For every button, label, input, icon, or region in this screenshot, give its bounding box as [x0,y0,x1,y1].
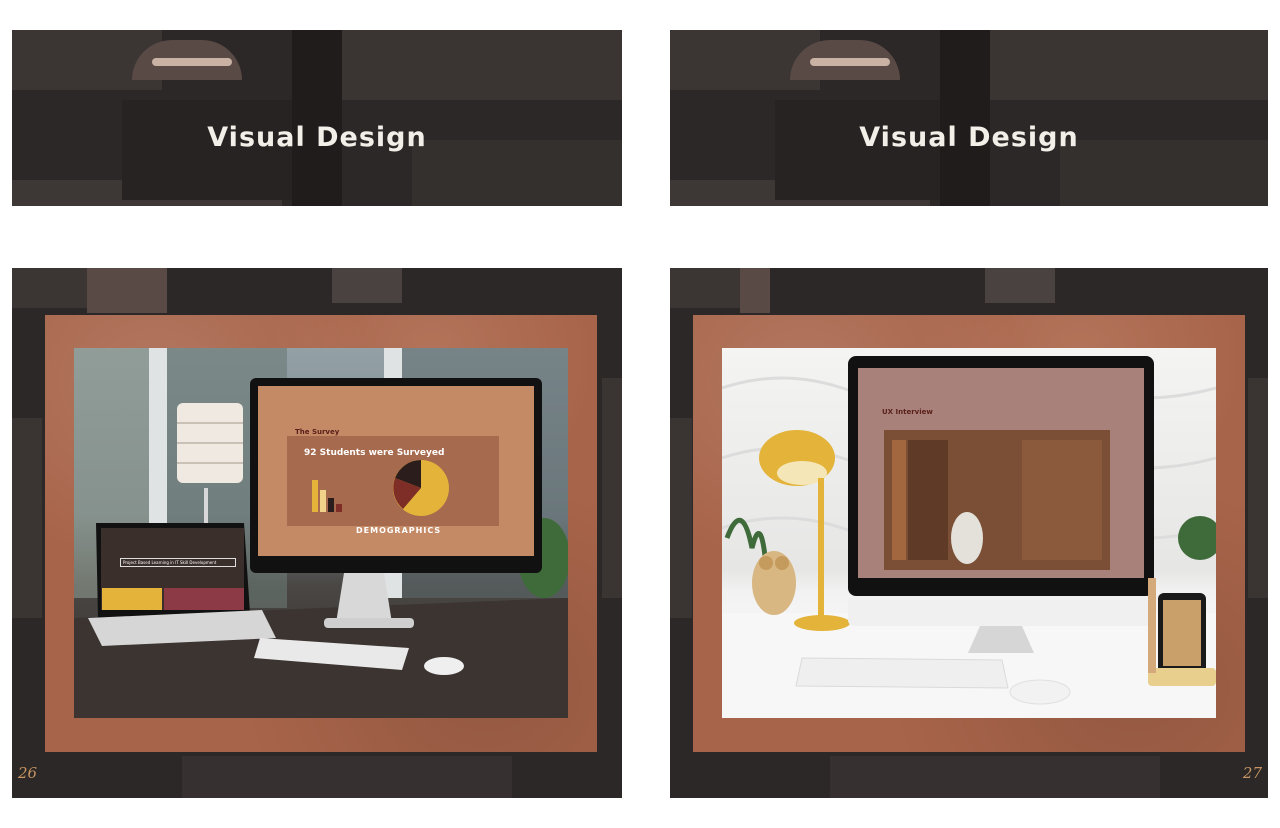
laptop-header: Project Based Learning in IT Skill Devel… [120,558,236,567]
desk-mockup-photo: UX Interview [722,348,1216,718]
monitor-footer: DEMOGRAPHICS [356,526,442,535]
page-number: 27 [1242,764,1262,782]
photo-frame: The Survey 92 Students were Surveyed DEM… [45,315,597,752]
desk-mockup-photo: The Survey 92 Students were Surveyed DEM… [74,348,568,718]
photo-frame: UX Interview [693,315,1245,752]
banner-texture [670,30,1268,206]
banner-right: Visual Design [670,30,1268,206]
page-right: UX Interview 27 [670,268,1268,798]
monitor-heading: The Survey [295,428,340,436]
desk-scene-illustration [74,348,568,718]
desk-scene-illustration [722,356,1216,718]
banner-title: Visual Design [207,122,427,153]
page-number: 26 [18,764,38,782]
monitor-heading: UX Interview [882,408,933,416]
banner-title: Visual Design [859,122,1079,153]
banner-left: Visual Design [12,30,622,206]
page-left: The Survey 92 Students were Surveyed DEM… [12,268,622,798]
monitor-title: 92 Students were Surveyed [304,448,445,458]
banner-texture [12,30,622,206]
